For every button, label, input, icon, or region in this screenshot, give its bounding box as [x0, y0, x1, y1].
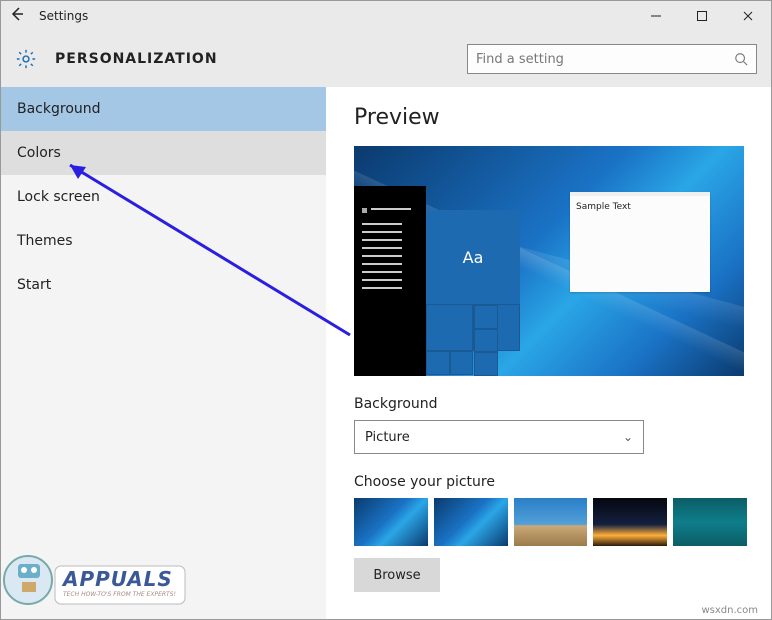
sidebar-item-colors[interactable]: Colors: [1, 131, 326, 175]
background-label: Background: [354, 396, 747, 412]
main-content: Preview Aa Sample Text Backgro: [326, 87, 771, 619]
preview-heading: Preview: [354, 105, 747, 130]
background-dropdown[interactable]: Picture ⌄: [354, 420, 644, 454]
sidebar-item-themes[interactable]: Themes: [1, 219, 326, 263]
gear-icon: [15, 48, 37, 70]
picture-thumbnails: [354, 498, 747, 546]
back-button[interactable]: [1, 6, 33, 27]
minimize-button[interactable]: [633, 1, 679, 31]
sidebar-item-start[interactable]: Start: [1, 263, 326, 307]
picture-thumb-3[interactable]: [514, 498, 588, 546]
picture-thumb-1[interactable]: [354, 498, 428, 546]
picture-thumb-5[interactable]: [673, 498, 747, 546]
picture-thumb-4[interactable]: [593, 498, 667, 546]
preview-sample-window: Sample Text: [570, 192, 710, 292]
picture-thumb-2[interactable]: [434, 498, 508, 546]
close-button[interactable]: [725, 1, 771, 31]
search-input[interactable]: Find a setting: [467, 44, 757, 74]
search-placeholder: Find a setting: [476, 52, 734, 67]
settings-window: Settings PERSONALIZATION Find a setting …: [0, 0, 772, 620]
window-title: Settings: [33, 9, 633, 23]
preview-image: Aa Sample Text: [354, 146, 744, 376]
choose-picture-label: Choose your picture: [354, 474, 747, 490]
background-value: Picture: [365, 430, 410, 445]
sidebar-item-lock-screen[interactable]: Lock screen: [1, 175, 326, 219]
sidebar: Background Colors Lock screen Themes Sta…: [1, 87, 326, 619]
watermark-site: wsxdn.com: [701, 605, 758, 616]
chevron-down-icon: ⌄: [623, 430, 633, 444]
preview-tiles: Aa: [426, 210, 520, 376]
browse-button[interactable]: Browse: [354, 558, 440, 592]
search-icon: [734, 52, 748, 66]
maximize-button[interactable]: [679, 1, 725, 31]
header: PERSONALIZATION Find a setting: [1, 31, 771, 87]
page-title: PERSONALIZATION: [55, 51, 467, 67]
titlebar: Settings: [1, 1, 771, 31]
sidebar-item-background[interactable]: Background: [1, 87, 326, 131]
preview-start-mock: [354, 186, 426, 376]
